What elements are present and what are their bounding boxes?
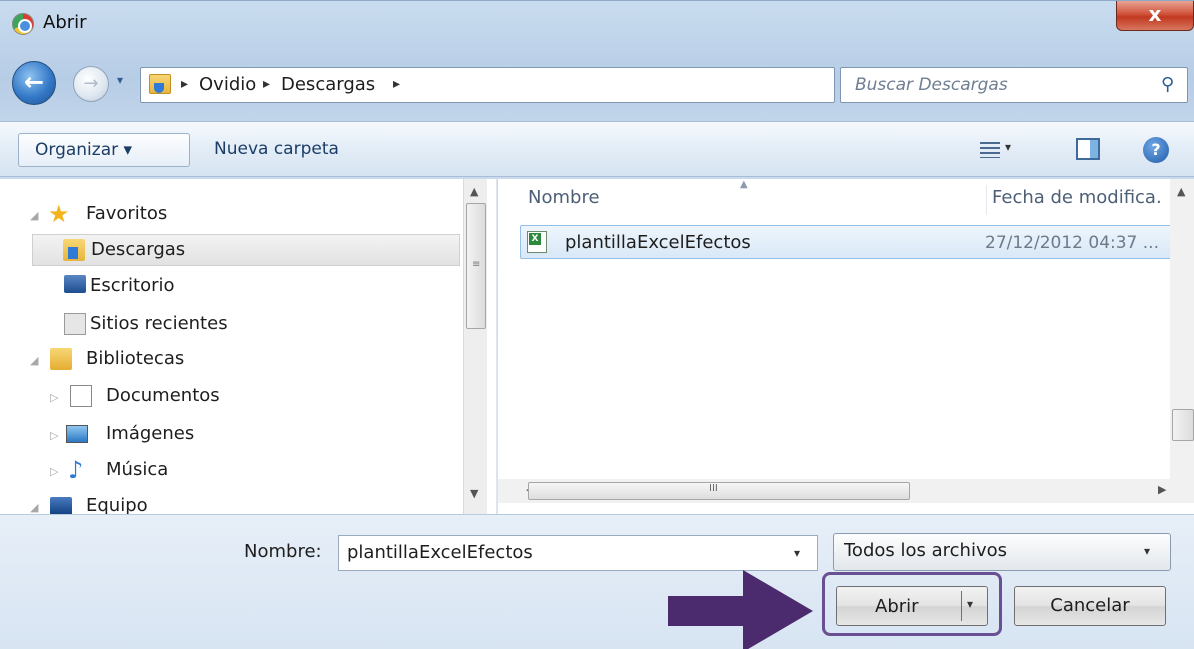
- expander-icon[interactable]: ▷: [50, 391, 58, 404]
- breadcrumb-ovidio[interactable]: Ovidio: [199, 74, 256, 95]
- breadcrumb-descargas[interactable]: Descargas: [281, 74, 375, 95]
- sort-ascending-icon: ▲: [740, 179, 748, 190]
- new-folder-button[interactable]: Nueva carpeta: [214, 139, 339, 159]
- chrome-icon: [12, 13, 34, 35]
- expander-icon[interactable]: ▷: [50, 465, 58, 478]
- breadcrumb-separator-icon[interactable]: ▸: [393, 76, 400, 92]
- tree-item-label: Favoritos: [86, 203, 168, 224]
- chevron-down-icon[interactable]: ▾: [967, 597, 973, 611]
- scrollbar-thumb[interactable]: ≡: [466, 203, 486, 329]
- file-name: plantillaExcelEfectos: [565, 232, 751, 253]
- address-bar[interactable]: ▸ Ovidio ▸ Descargas ▸ ▾ ⇆: [140, 67, 963, 103]
- file-list-vertical-scrollbar[interactable]: ▲: [1170, 179, 1194, 479]
- recent-places-icon: [64, 313, 86, 335]
- search-icon[interactable]: ⚲: [1161, 74, 1174, 95]
- preview-pane-icon[interactable]: [1076, 138, 1100, 160]
- desktop-icon: [64, 275, 86, 293]
- scroll-down-icon[interactable]: ▼: [470, 487, 478, 500]
- documents-icon: [70, 385, 92, 407]
- recent-pages-dropdown[interactable]: ▾: [117, 73, 123, 87]
- dialog-footer: Nombre: plantillaExcelEfectos ▾ Todos lo…: [0, 514, 1194, 649]
- expander-icon[interactable]: ▷: [50, 429, 58, 442]
- expander-icon[interactable]: ◢: [30, 354, 38, 367]
- tree-item-sitios-recientes[interactable]: Sitios recientes: [32, 309, 452, 341]
- tree-item-bibliotecas[interactable]: ◢ Bibliotecas: [30, 344, 450, 376]
- search-placeholder: Buscar Descargas: [855, 75, 1008, 95]
- tree-item-label: Bibliotecas: [86, 348, 185, 369]
- tree-item-label: Música: [106, 459, 169, 480]
- command-bar: Organizar ▾ Nueva carpeta ▾ ?: [0, 121, 1194, 177]
- chevron-down-icon[interactable]: ▾: [1144, 544, 1150, 558]
- computer-icon: [50, 497, 72, 514]
- expander-icon[interactable]: ◢: [30, 501, 38, 514]
- organize-button[interactable]: Organizar ▾: [18, 133, 190, 167]
- back-button[interactable]: ←: [12, 61, 56, 105]
- expander-icon[interactable]: ◢: [30, 209, 38, 222]
- tree-item-equipo[interactable]: ◢ Equipo: [30, 491, 450, 514]
- column-header-fecha[interactable]: Fecha de modifica.: [992, 187, 1162, 208]
- file-type-value: Todos los archivos: [844, 540, 1007, 561]
- downloads-folder-icon: [149, 74, 171, 94]
- file-list-horizontal-scrollbar[interactable]: ◀ III ▶: [498, 479, 1194, 503]
- tree-item-imagenes[interactable]: ▷ Imágenes: [50, 419, 450, 451]
- file-name-label: Nombre:: [244, 541, 322, 562]
- help-icon[interactable]: ?: [1143, 137, 1169, 163]
- tree-item-label: Sitios recientes: [90, 313, 228, 334]
- view-dropdown-icon[interactable]: ▾: [1005, 140, 1011, 154]
- tree-item-escritorio[interactable]: Escritorio: [32, 271, 452, 303]
- file-type-select[interactable]: Todos los archivos ▾: [833, 533, 1171, 571]
- open-button[interactable]: Abrir ▾: [836, 586, 988, 626]
- tree-item-musica[interactable]: ▷ ♪ Música: [50, 455, 450, 487]
- search-input[interactable]: Buscar Descargas ⚲: [840, 67, 1188, 103]
- navigation-pane: ◢ ★ Favoritos Descargas Escritorio Sitio…: [0, 179, 497, 514]
- tree-item-label: Equipo: [86, 495, 148, 514]
- scrollbar-thumb[interactable]: [1172, 409, 1194, 441]
- cancel-button[interactable]: Cancelar: [1014, 586, 1166, 626]
- open-button-label: Abrir: [875, 596, 919, 617]
- grip-icon: III: [709, 483, 718, 494]
- column-divider[interactable]: [986, 185, 987, 215]
- view-options-icon[interactable]: [980, 142, 1000, 158]
- column-header-nombre[interactable]: Nombre: [528, 187, 600, 208]
- libraries-icon: [50, 348, 72, 370]
- tree-item-descargas[interactable]: Descargas: [32, 234, 460, 266]
- window-title: Abrir: [43, 12, 87, 33]
- music-icon: ♪: [68, 456, 84, 484]
- file-name-input[interactable]: plantillaExcelEfectos ▾: [338, 535, 818, 571]
- file-date: 27/12/2012 04:37 ...: [985, 233, 1159, 253]
- tree-item-documentos[interactable]: ▷ Documentos: [50, 381, 450, 413]
- forward-button[interactable]: →: [73, 66, 109, 102]
- file-name-value: plantillaExcelEfectos: [347, 542, 533, 563]
- arrow-annotation-icon: [668, 570, 813, 649]
- open-file-dialog: Abrir x ← → ▾ ▸ Ovidio ▸ Descargas ▸ ▾ ⇆…: [0, 0, 1194, 649]
- file-list: Nombre ▲ Fecha de modifica. plantillaExc…: [498, 179, 1194, 514]
- downloads-folder-icon: [63, 239, 85, 261]
- scroll-up-icon[interactable]: ▲: [470, 185, 478, 198]
- excel-file-icon: [527, 231, 547, 253]
- table-row[interactable]: plantillaExcelEfectos 27/12/2012 04:37 .…: [520, 225, 1175, 259]
- tree-item-label: Documentos: [106, 385, 220, 406]
- scroll-up-icon[interactable]: ▲: [1177, 185, 1185, 198]
- scroll-right-icon[interactable]: ▶: [1158, 483, 1166, 496]
- close-button[interactable]: x: [1116, 1, 1194, 31]
- title-bar: Abrir x: [0, 1, 1194, 51]
- chevron-down-icon[interactable]: ▾: [794, 546, 800, 560]
- tree-item-favoritos[interactable]: ◢ ★ Favoritos: [30, 199, 450, 231]
- tree-item-label: Imágenes: [106, 423, 195, 444]
- split-divider: [961, 591, 962, 621]
- arrow-shape: [668, 570, 813, 649]
- grip-icon: ≡: [472, 259, 481, 270]
- tree-item-label: Escritorio: [90, 275, 175, 296]
- breadcrumb-separator-icon[interactable]: ▸: [181, 76, 188, 92]
- breadcrumb-separator-icon[interactable]: ▸: [263, 76, 270, 92]
- star-icon: ★: [48, 200, 70, 228]
- nav-pane-scrollbar[interactable]: ▲ ≡ ▼: [463, 179, 487, 514]
- pictures-icon: [66, 425, 88, 443]
- scrollbar-thumb[interactable]: III: [528, 482, 910, 500]
- tree-item-label: Descargas: [91, 239, 186, 260]
